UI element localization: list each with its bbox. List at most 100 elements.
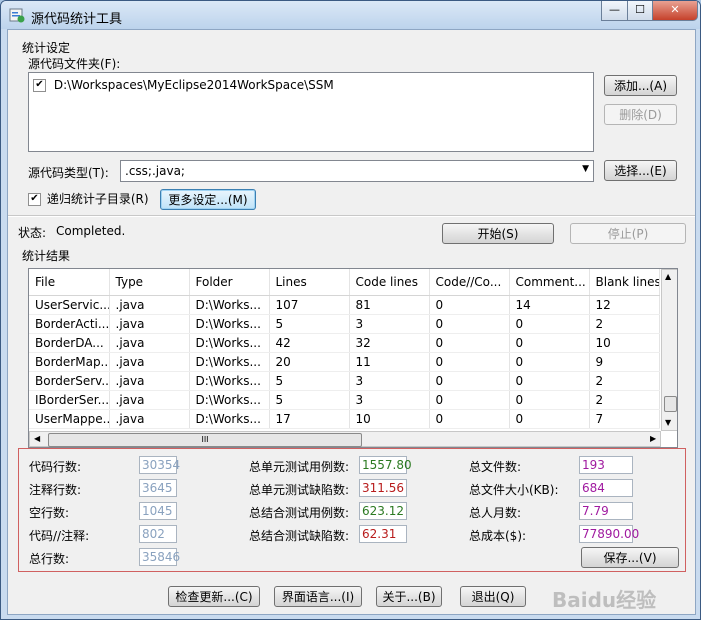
source-type-dropdown[interactable]: .css;.java; ▼ (120, 160, 594, 182)
vertical-scrollbar[interactable]: ▲ ▼ (661, 269, 677, 431)
client-area: 统计设定 源代码文件夹(F): ✔ D:\Workspaces\MyEclips… (7, 29, 696, 615)
column-header-lines[interactable]: Lines (269, 269, 350, 296)
watermark: Baidu经验 (552, 588, 657, 612)
cell: D:\Works... (189, 295, 270, 315)
table-row[interactable]: BorderDA... .java D:\Works... 42 32 0 0 10 (29, 333, 660, 353)
cell: 0 (509, 371, 590, 391)
man-months-label: 总人月数: (469, 506, 522, 520)
delete-folder-button[interactable]: 删除(D) (604, 104, 677, 125)
title-bar[interactable]: 源代码统计工具 — ☐ ✕ (1, 1, 700, 29)
scroll-right-icon[interactable]: ▶ (650, 434, 656, 443)
more-settings-button[interactable]: 更多设定...(M) (160, 189, 256, 210)
exit-button[interactable]: 退出(Q) (460, 586, 526, 607)
unit-test-cases-label: 总单元测试用例数: (249, 460, 350, 474)
table-row[interactable]: BorderMap... .java D:\Works... 20 11 0 0 9 (29, 352, 660, 372)
total-lines-field: 35846 (139, 548, 180, 566)
cell: 3 (349, 314, 430, 334)
code-lines-label: 代码行数: (29, 460, 82, 474)
table-row[interactable]: BorderServ... .java D:\Works... 5 3 0 0 2 (29, 371, 660, 391)
table-row[interactable]: UserServic... .java D:\Works... 107 81 0 14 12 (29, 295, 660, 315)
cell: 0 (429, 314, 510, 334)
cell: BorderActi... (29, 314, 110, 334)
total-files-field: 193 (579, 456, 633, 474)
cell: 5 (269, 314, 350, 334)
cell: UserMappe... (29, 409, 110, 429)
cell: 0 (509, 409, 590, 429)
column-header-comment[interactable]: Comment... (509, 269, 590, 296)
status-label: 状态: (18, 226, 47, 240)
add-folder-button[interactable]: 添加...(A) (604, 75, 677, 96)
cell: .java (109, 333, 190, 353)
folder-label: 源代码文件夹(F): (28, 57, 121, 71)
maximize-button[interactable]: ☐ (627, 1, 653, 21)
recursive-checkbox-row[interactable]: ✔ 递归统计子目录(R) (28, 190, 149, 207)
code-comment-field: 802 (139, 525, 177, 543)
recursive-checkbox[interactable]: ✔ (28, 193, 41, 206)
column-header-blank-lines[interactable]: Blank lines (589, 269, 660, 296)
vertical-scroll-thumb[interactable] (664, 396, 677, 412)
comment-lines-field: 3645 (139, 479, 177, 497)
column-header-file[interactable]: File (29, 269, 110, 296)
main-window: 源代码统计工具 — ☐ ✕ 统计设定 源代码文件夹(F): ✔ D:\Works… (0, 0, 701, 620)
cell: 42 (269, 333, 350, 353)
minimize-button[interactable]: — (601, 1, 628, 21)
total-files-label: 总文件数: (469, 460, 522, 474)
column-header-type[interactable]: Type (109, 269, 190, 296)
scroll-down-icon[interactable]: ▼ (665, 418, 671, 427)
cell: 107 (269, 295, 350, 315)
horizontal-scroll-thumb[interactable]: III (48, 433, 362, 447)
cell: IBorderSer... (29, 390, 110, 410)
save-button[interactable]: 保存...(V) (581, 547, 679, 568)
start-button[interactable]: 开始(S) (442, 223, 554, 244)
close-button[interactable]: ✕ (652, 1, 698, 21)
integration-test-defects-label: 总结合测试缺陷数: (249, 529, 350, 543)
table-row[interactable]: UserMappe... .java D:\Works... 17 10 0 0 7 (29, 409, 660, 429)
code-lines-field: 30354 (139, 456, 180, 474)
about-button[interactable]: 关于...(B) (376, 586, 442, 607)
language-button[interactable]: 界面语言...(I) (274, 586, 362, 607)
scroll-up-icon[interactable]: ▲ (665, 272, 671, 281)
total-lines-label: 总行数: (29, 552, 70, 566)
select-type-button[interactable]: 选择...(E) (604, 160, 677, 181)
app-icon (9, 8, 25, 23)
column-header-code-comment[interactable]: Code//Co... (429, 269, 510, 296)
integration-test-cases-label: 总结合测试用例数: (249, 506, 350, 520)
total-cost-label: 总成本($): (469, 529, 527, 543)
cell: BorderServ... (29, 371, 110, 391)
divider (8, 215, 695, 217)
cell: 5 (269, 390, 350, 410)
blank-lines-field: 1045 (139, 502, 177, 520)
cell: 0 (429, 333, 510, 353)
scroll-left-icon[interactable]: ◀ (34, 434, 40, 443)
folder-checkbox[interactable]: ✔ (33, 79, 46, 92)
cell: D:\Works... (189, 390, 270, 410)
cell: 0 (509, 390, 590, 410)
cell: .java (109, 390, 190, 410)
cell: 20 (269, 352, 350, 372)
unit-test-defects-label: 总单元测试缺陷数: (249, 483, 350, 497)
cell: 10 (589, 333, 660, 353)
horizontal-scrollbar[interactable]: ◀ III ▶ (29, 431, 661, 447)
check-update-button[interactable]: 检查更新...(C) (168, 586, 260, 607)
cell: 0 (429, 352, 510, 372)
total-size-field: 684 (579, 479, 633, 497)
stop-button[interactable]: 停止(P) (570, 223, 686, 244)
cell: BorderDA... (29, 333, 110, 353)
folder-list[interactable]: ✔ D:\Workspaces\MyEclipse2014WorkSpace\S… (28, 72, 594, 152)
unit-test-cases-field: 1557.80 (359, 456, 412, 474)
folder-list-item[interactable]: ✔ D:\Workspaces\MyEclipse2014WorkSpace\S… (33, 78, 334, 92)
column-header-folder[interactable]: Folder (189, 269, 270, 296)
cell: D:\Works... (189, 371, 270, 391)
results-table-container[interactable]: File Type Folder Lines Code lines Code//… (28, 268, 678, 448)
table-row[interactable]: BorderActi... .java D:\Works... 5 3 0 0 2 (29, 314, 660, 334)
column-header-code-lines[interactable]: Code lines (349, 269, 430, 296)
cell: D:\Works... (189, 409, 270, 429)
total-size-label: 总文件大小(KB): (469, 483, 559, 497)
results-table[interactable]: File Type Folder Lines Code lines Code//… (29, 269, 660, 429)
table-row[interactable]: IBorderSer... .java D:\Works... 5 3 0 0 2 (29, 390, 660, 410)
cell: BorderMap... (29, 352, 110, 372)
source-type-value: .css;.java; (125, 164, 185, 178)
cell: .java (109, 352, 190, 372)
cell: 2 (589, 314, 660, 334)
chevron-down-icon[interactable]: ▼ (582, 164, 589, 174)
